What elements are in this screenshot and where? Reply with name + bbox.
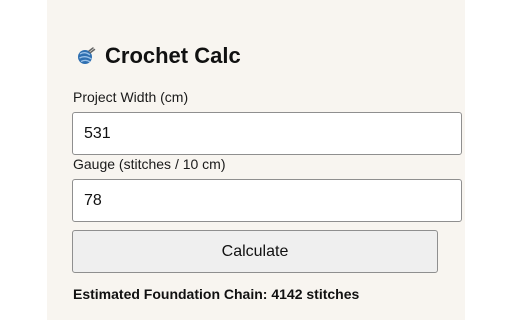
gauge-input[interactable] bbox=[72, 179, 462, 222]
app-header: Crochet Calc bbox=[76, 42, 241, 70]
gauge-label: Gauge (stitches / 10 cm) bbox=[73, 156, 226, 172]
calculate-button[interactable]: Calculate bbox=[72, 230, 438, 273]
project-width-input[interactable] bbox=[72, 112, 462, 155]
project-width-label: Project Width (cm) bbox=[73, 89, 189, 105]
yarn-ball-icon bbox=[76, 46, 96, 66]
page-title: Crochet Calc bbox=[105, 43, 241, 68]
calculator-panel: Crochet Calc Project Width (cm) Gauge (s… bbox=[47, 0, 465, 320]
result-text: Estimated Foundation Chain: 4142 stitche… bbox=[73, 286, 360, 302]
